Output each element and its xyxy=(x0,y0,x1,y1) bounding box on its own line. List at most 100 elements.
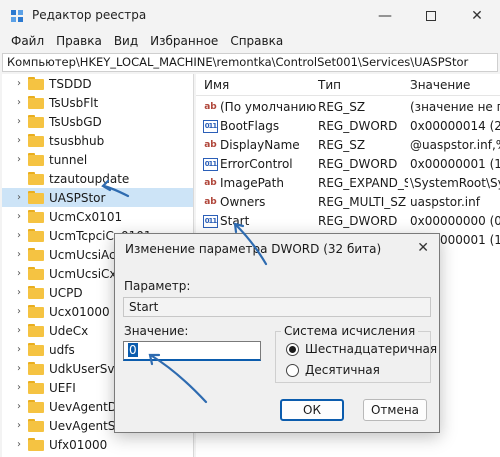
tree-item-label: UdkUserSvc xyxy=(49,361,122,376)
tree-item-label: tsusbhub xyxy=(49,133,105,148)
chevron-right-icon[interactable]: › xyxy=(14,97,24,108)
folder-icon xyxy=(28,77,45,90)
row-type: REG_SZ xyxy=(318,100,366,114)
regedit-icon xyxy=(11,10,23,22)
minimize-button[interactable]: — xyxy=(362,0,408,32)
chevron-right-icon[interactable]: › xyxy=(14,325,24,336)
chevron-right-icon[interactable]: › xyxy=(14,382,24,393)
binary-value-icon: 011 xyxy=(203,120,218,133)
row-type: REG_DWORD xyxy=(318,157,398,171)
tree-item-label: UASPStor xyxy=(49,190,106,205)
radio-hex-label[interactable]: Шестнадцатеричная xyxy=(305,342,437,356)
list-header: Имя Тип Значение xyxy=(196,74,500,96)
radio-dec-label[interactable]: Десятичная xyxy=(305,363,380,377)
string-value-icon: ab xyxy=(204,140,217,150)
folder-icon xyxy=(28,381,45,394)
tree-item[interactable]: › tunnel xyxy=(2,150,193,169)
folder-icon xyxy=(28,419,45,432)
chevron-right-icon[interactable]: › xyxy=(14,287,24,298)
column-value-header[interactable]: Значение xyxy=(410,78,470,92)
folder-icon xyxy=(28,210,45,223)
row-type: REG_DWORD xyxy=(318,119,398,133)
row-value: \SystemRoot\System32 xyxy=(410,176,500,190)
row-type: REG_SZ xyxy=(318,138,366,152)
row-value: 0x00000001 (1) xyxy=(410,157,500,171)
radio-dec[interactable] xyxy=(286,364,299,377)
menu-edit[interactable]: Правка xyxy=(50,32,108,52)
chevron-right-icon[interactable]: › xyxy=(14,344,24,355)
radio-hex[interactable] xyxy=(286,343,299,356)
tree-item-label: Ucx01000 xyxy=(49,304,110,319)
chevron-right-icon[interactable]: › xyxy=(14,306,24,317)
row-type: REG_DWORD xyxy=(318,214,398,228)
value-row[interactable]: ab Owners REG_MULTI_SZ uaspstor.inf xyxy=(196,193,500,212)
cancel-button[interactable]: Отмена xyxy=(363,399,427,421)
tree-item[interactable]: › UcmCx0101 xyxy=(2,207,193,226)
title-bar: Редактор реестра — ✕ xyxy=(0,0,500,32)
chevron-right-icon[interactable]: › xyxy=(14,135,24,146)
binary-value-icon: 011 xyxy=(203,158,218,171)
folder-icon xyxy=(28,324,45,337)
chevron-right-icon[interactable]: › xyxy=(14,439,24,450)
tree-item[interactable]: › UASPStor xyxy=(2,188,193,207)
binary-value-icon: 011 xyxy=(203,215,218,228)
edit-dword-dialog: Изменение параметра DWORD (32 бита) ✕ Па… xyxy=(114,233,440,433)
menu-view[interactable]: Вид xyxy=(108,32,144,52)
base-legend: Система исчисления xyxy=(281,324,419,338)
folder-icon xyxy=(28,229,45,242)
chevron-right-icon[interactable]: › xyxy=(14,116,24,127)
chevron-right-icon[interactable]: › xyxy=(14,363,24,374)
value-row[interactable]: abImagePath REG_EXPAND_SZ\SystemRoot\Syst… xyxy=(196,174,500,193)
row-type: REG_EXPAND_SZ xyxy=(318,176,408,190)
ok-button[interactable]: ОК xyxy=(280,399,344,421)
menu-favorites[interactable]: Избранное xyxy=(144,32,224,52)
chevron-right-icon[interactable]: › xyxy=(14,268,24,279)
chevron-right-icon[interactable]: › xyxy=(14,230,24,241)
row-value: 0x00000000 (0) xyxy=(410,214,500,228)
value-text: 0 xyxy=(128,343,138,357)
value-row[interactable]: 011 Start REG_DWORD 0x00000000 (0) xyxy=(196,212,500,231)
maximize-button[interactable] xyxy=(408,0,454,32)
folder-icon xyxy=(28,286,45,299)
value-row[interactable]: ab DisplayName REG_SZ @uaspstor.inf,% xyxy=(196,136,500,155)
close-button[interactable]: ✕ xyxy=(454,0,500,32)
folder-icon xyxy=(28,115,45,128)
chevron-right-icon[interactable]: › xyxy=(14,192,24,203)
value-row[interactable]: 011 ErrorControl REG_DWORD 0x00000001 (1) xyxy=(196,155,500,174)
row-name: (По умолчанию) xyxy=(220,100,316,114)
dialog-title: Изменение параметра DWORD (32 бита) xyxy=(125,242,382,256)
tree-item-label: TsUsbFlt xyxy=(49,95,99,110)
folder-icon xyxy=(28,343,45,356)
dialog-close-icon[interactable]: ✕ xyxy=(417,240,429,256)
chevron-right-icon[interactable]: › xyxy=(14,249,24,260)
menu-file[interactable]: Файл xyxy=(5,32,50,52)
value-row[interactable]: ab(По умолчанию)REG_SZ (значение не присв… xyxy=(196,98,500,117)
tree-item[interactable]: › TsUsbGD xyxy=(2,112,193,131)
tree-item[interactable]: › tsusbhub xyxy=(2,131,193,150)
row-name: Start xyxy=(220,214,250,228)
tree-item-label: UcmCx0101 xyxy=(49,209,123,224)
tree-item[interactable]: tzautoupdate xyxy=(2,169,193,188)
chevron-right-icon[interactable]: › xyxy=(14,401,24,412)
value-input[interactable]: 0 xyxy=(123,341,261,361)
tree-item[interactable]: › Ufx01000 xyxy=(2,435,193,454)
column-type-header[interactable]: Тип xyxy=(318,78,341,92)
value-row[interactable]: 011BootFlags REG_DWORD 0x00000014 (20) xyxy=(196,117,500,136)
chevron-right-icon[interactable]: › xyxy=(14,154,24,165)
address-bar[interactable]: Компьютер\HKEY_LOCAL_MACHINE\remontka\Co… xyxy=(2,53,498,72)
param-name-field: Start xyxy=(123,297,431,317)
chevron-right-icon[interactable]: › xyxy=(14,420,24,431)
menu-help[interactable]: Справка xyxy=(224,32,289,52)
column-name-header[interactable]: Имя xyxy=(204,78,229,92)
tree-item-label: UEFI xyxy=(49,380,76,395)
chevron-right-icon[interactable]: › xyxy=(14,211,24,222)
row-name: Owners xyxy=(220,195,266,209)
tree-item-label: TSDDD xyxy=(49,76,92,91)
tree-item[interactable]: › TSDDD xyxy=(2,74,193,93)
row-type: REG_MULTI_SZ xyxy=(318,195,407,209)
row-value: @uaspstor.inf,% xyxy=(410,138,500,152)
tree-item-label: UCPD xyxy=(49,285,83,300)
close-icon: ✕ xyxy=(471,8,483,24)
chevron-right-icon[interactable]: › xyxy=(14,78,24,89)
tree-item[interactable]: › TsUsbFlt xyxy=(2,93,193,112)
